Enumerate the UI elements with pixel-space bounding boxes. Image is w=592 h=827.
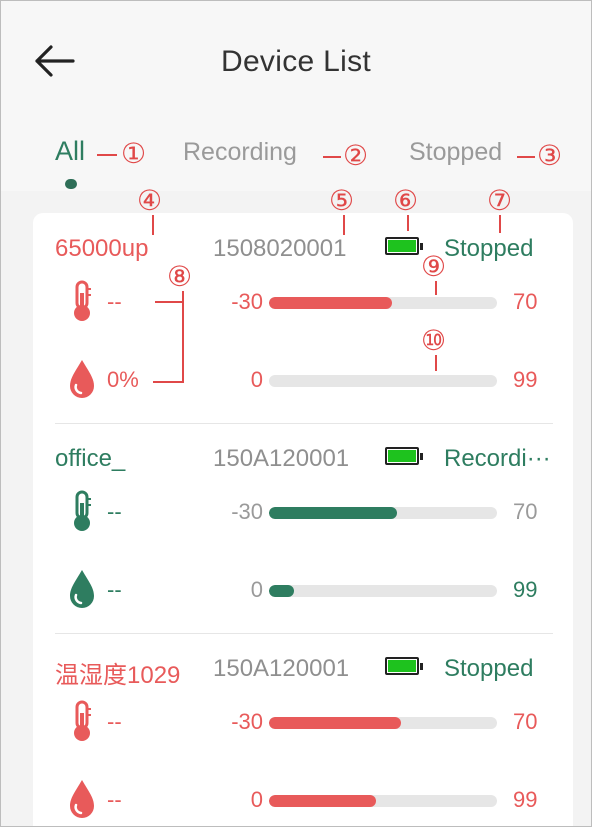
humidity-icon-wrap: [65, 777, 99, 821]
humidity-max: 99: [513, 367, 538, 392]
humidity-max: 99: [513, 577, 538, 602]
annotation-5: ⑤: [329, 184, 355, 217]
device-name: 温湿度1029: [55, 662, 181, 689]
temperature-icon-wrap: [65, 699, 99, 743]
battery-icon: [385, 447, 423, 465]
water-drop-icon: [70, 570, 94, 608]
temperature-bar: [269, 717, 497, 729]
temperature-icon-wrap: [65, 489, 99, 533]
humidity-min: 0: [250, 787, 263, 812]
active-tab-indicator: [65, 179, 77, 189]
device-status: Recordi···: [444, 445, 551, 472]
tab-stopped[interactable]: Stopped: [409, 138, 502, 167]
annotation-2: ②: [343, 139, 369, 172]
battery-icon: [385, 657, 423, 675]
device-row[interactable]: 温湿度1029 150A120001 Stopped -- -30 70 -- 0 99: [33, 633, 573, 826]
humidity-max: 99: [513, 787, 538, 812]
temperature-icon-wrap: [65, 279, 99, 323]
annotation-leader: [155, 301, 184, 303]
annotation-8: ⑧: [167, 260, 193, 293]
temperature-min: -30: [231, 709, 263, 734]
humidity-value: --: [107, 787, 122, 812]
device-row[interactable]: office_ 150A120001 Recordi··· -- -30 70 -- 0 99: [33, 423, 573, 633]
temperature-bar: [269, 297, 497, 309]
annotation-leader: [435, 355, 437, 371]
annotation-9: ⑨: [421, 250, 447, 283]
annotation-leader: [517, 156, 535, 158]
thermometer-icon: [74, 700, 91, 741]
humidity-bar: [269, 375, 497, 387]
battery-icon: [385, 237, 423, 255]
device-card: 65000up 1508020001 Stopped -- -30 70 0% 0 99 offi…: [33, 213, 573, 826]
annotation-leader: [152, 215, 154, 235]
device-serial: 150A120001: [213, 655, 350, 682]
device-list-screen: Device List All Recording Stopped ① ② ③ …: [0, 0, 592, 827]
annotation-7: ⑦: [487, 184, 513, 217]
annotation-leader: [407, 215, 409, 231]
thermometer-icon: [74, 280, 91, 321]
device-serial: 1508020001: [213, 235, 347, 262]
temperature-value: --: [107, 499, 122, 524]
device-name: 65000up: [55, 235, 149, 262]
humidity-value: 0%: [107, 367, 139, 392]
temperature-bar: [269, 507, 497, 519]
humidity-min: 0: [250, 367, 263, 392]
device-status: Stopped: [444, 235, 534, 262]
annotation-4: ④: [137, 184, 163, 217]
annotation-leader: [343, 215, 345, 235]
annotation-6: ⑥: [393, 184, 419, 217]
humidity-value: --: [107, 577, 122, 602]
temperature-value: --: [107, 289, 122, 314]
annotation-leader: [153, 381, 184, 383]
annotation-10: ⑩: [421, 324, 447, 357]
top-bar: Device List All Recording Stopped: [1, 1, 591, 191]
page-title: Device List: [220, 45, 372, 78]
temperature-value: --: [107, 709, 122, 734]
thermometer-icon: [74, 490, 91, 531]
annotation-leader: [323, 156, 341, 158]
temperature-max: 70: [513, 499, 538, 524]
temperature-min: -30: [231, 289, 263, 314]
divider: [55, 423, 553, 424]
annotation-leader: [435, 281, 437, 295]
humidity-bar: [269, 585, 497, 597]
temperature-min: -30: [231, 499, 263, 524]
annotation-3: ③: [537, 139, 563, 172]
device-serial: 150A120001: [213, 445, 350, 472]
humidity-bar: [269, 795, 497, 807]
divider: [55, 633, 553, 634]
tab-recording[interactable]: Recording: [183, 138, 297, 167]
temperature-max: 70: [513, 289, 538, 314]
humidity-icon-wrap: [65, 357, 99, 401]
water-drop-icon: [70, 780, 94, 818]
device-row[interactable]: 65000up 1508020001 Stopped -- -30 70 0% 0 99: [33, 213, 573, 423]
device-status: Stopped: [444, 655, 534, 682]
temperature-max: 70: [513, 709, 538, 734]
annotation-leader: [97, 154, 117, 156]
device-name: office_: [55, 445, 126, 472]
annotation-1: ①: [121, 137, 147, 170]
annotation-leader: [499, 215, 501, 233]
humidity-min: 0: [250, 577, 263, 602]
tab-all[interactable]: All: [55, 136, 85, 167]
annotation-leader: [182, 291, 184, 383]
water-drop-icon: [70, 360, 94, 398]
humidity-icon-wrap: [65, 567, 99, 611]
